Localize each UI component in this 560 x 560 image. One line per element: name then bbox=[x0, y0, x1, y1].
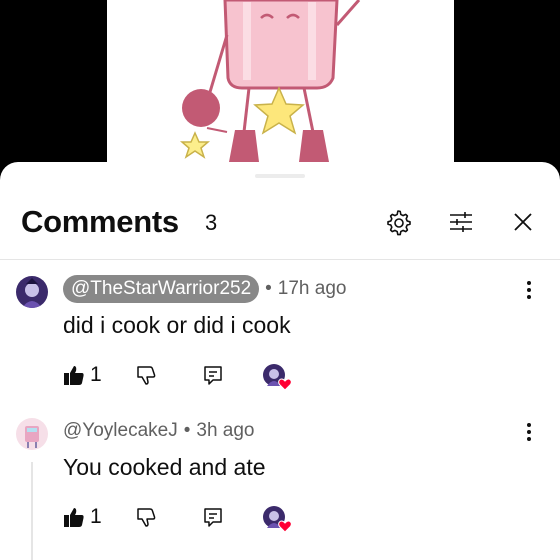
comment-more-button[interactable] bbox=[519, 420, 539, 444]
comment-time[interactable]: 3h ago bbox=[196, 420, 254, 442]
like-count: 1 bbox=[90, 363, 102, 386]
close-button[interactable] bbox=[507, 206, 539, 238]
creator-heart-badge bbox=[263, 504, 292, 533]
comments-title: Comments bbox=[21, 204, 179, 239]
close-icon bbox=[514, 213, 532, 231]
comment-actions: 1 bbox=[63, 362, 303, 391]
comment-author[interactable]: @YoylecakeJ bbox=[63, 420, 178, 442]
like-button[interactable]: 1 bbox=[63, 362, 102, 388]
header-divider bbox=[0, 259, 560, 260]
creator-avatar bbox=[263, 506, 292, 533]
thumbs-down-icon bbox=[137, 508, 156, 527]
video-character-illustration bbox=[179, 0, 361, 162]
dislike-button[interactable] bbox=[135, 504, 157, 530]
avatar[interactable] bbox=[16, 418, 48, 450]
video-frame bbox=[107, 0, 454, 180]
heart-icon bbox=[278, 378, 292, 391]
filter-button[interactable] bbox=[445, 206, 477, 238]
reply-button[interactable] bbox=[202, 504, 224, 530]
thumbs-up-icon bbox=[64, 366, 84, 385]
gear-icon bbox=[387, 210, 411, 236]
like-count: 1 bbox=[90, 505, 102, 528]
comment-more-button[interactable] bbox=[519, 278, 539, 302]
comment-author[interactable]: @TheStarWarrior252 bbox=[63, 275, 260, 303]
meta-separator: • bbox=[265, 278, 272, 299]
comments-count: 3 bbox=[205, 210, 218, 235]
comment-text: You cooked and ate bbox=[63, 454, 266, 480]
dislike-button[interactable] bbox=[135, 362, 157, 388]
reply-icon bbox=[204, 508, 222, 527]
drag-handle[interactable] bbox=[255, 174, 305, 178]
creator-heart-badge bbox=[263, 362, 292, 391]
reply-button[interactable] bbox=[202, 362, 224, 388]
avatar-image bbox=[16, 418, 48, 450]
thumbs-up-icon bbox=[64, 508, 84, 527]
comments-sheet: Comments 3 @TheStarWarrior252 • 17h ago … bbox=[0, 162, 560, 560]
video-player[interactable] bbox=[0, 0, 560, 180]
comment-meta: @YoylecakeJ • 3h ago bbox=[63, 416, 255, 446]
thumbs-down-icon bbox=[137, 366, 156, 385]
comment-actions: 1 bbox=[63, 504, 303, 533]
creator-avatar bbox=[263, 364, 292, 391]
kebab-icon bbox=[527, 281, 531, 299]
like-button[interactable]: 1 bbox=[63, 504, 102, 530]
sliders-icon bbox=[450, 212, 472, 232]
settings-button[interactable] bbox=[382, 206, 414, 238]
comments-header: Comments 3 bbox=[0, 198, 560, 250]
avatar-image bbox=[16, 276, 48, 308]
heart-icon bbox=[278, 520, 292, 533]
avatar[interactable] bbox=[16, 276, 48, 308]
comment-time[interactable]: 17h ago bbox=[278, 278, 347, 300]
comment-text: did i cook or did i cook bbox=[63, 312, 291, 338]
comment-meta: @TheStarWarrior252 • 17h ago bbox=[63, 274, 346, 304]
reply-icon bbox=[204, 366, 222, 385]
kebab-icon bbox=[527, 423, 531, 441]
reply-thread-line bbox=[31, 462, 33, 560]
meta-separator: • bbox=[183, 420, 191, 441]
